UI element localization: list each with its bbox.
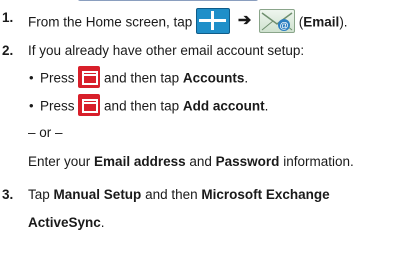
microsoft-exchange-label: Microsoft Exchange [201, 187, 330, 202]
manual-setup-label: Manual Setup [53, 187, 142, 202]
arrow-icon: ➔ [237, 11, 252, 29]
password-label: Password [215, 154, 280, 169]
tap-label: Tap [28, 187, 50, 202]
period: . [244, 70, 249, 86]
email-address-label: Email address [94, 154, 186, 169]
alt-pre: Enter your [28, 154, 91, 169]
then-tap-label: and then tap [104, 98, 180, 114]
or-separator: – or – [28, 125, 63, 140]
step-3-cont-text: ActiveSync. [28, 215, 105, 230]
accounts-label: Accounts [182, 70, 245, 86]
then-tap-label: and then tap [104, 70, 180, 86]
cropped-heading-bar [78, 0, 258, 1]
bullet: • [29, 98, 34, 113]
and-then-label: and then [145, 187, 198, 202]
menu-key-icon [78, 94, 101, 116]
bullet: • [29, 70, 34, 85]
apps-grid-icon [196, 8, 231, 34]
press-label: Press [40, 98, 75, 114]
step-1-prefix: From the Home screen, tap [28, 14, 193, 30]
step-number: 1. [2, 10, 14, 25]
period: . [264, 98, 269, 114]
step-2-intro: If you already have other email account … [28, 43, 305, 58]
alt-text: Enter your Email address and Password in… [28, 154, 354, 169]
menu-key-icon [78, 66, 101, 88]
email-label: Email [303, 14, 340, 30]
period: . [100, 215, 105, 230]
email-app-icon: @ [259, 9, 296, 33]
step-number: 3. [2, 187, 14, 202]
and-label: and [189, 154, 212, 169]
step-number: 2. [2, 43, 14, 58]
press-label: Press [40, 70, 75, 86]
step-1-text: From the Home screen, tap ➔ @ (Email). [28, 8, 348, 36]
add-account-label: Add account [182, 98, 265, 114]
svg-text:@: @ [280, 21, 289, 31]
step-3-text: Tap Manual Setup and then Microsoft Exch… [28, 187, 330, 202]
activesync-label: ActiveSync [28, 215, 101, 230]
alt-post: information. [283, 154, 354, 169]
